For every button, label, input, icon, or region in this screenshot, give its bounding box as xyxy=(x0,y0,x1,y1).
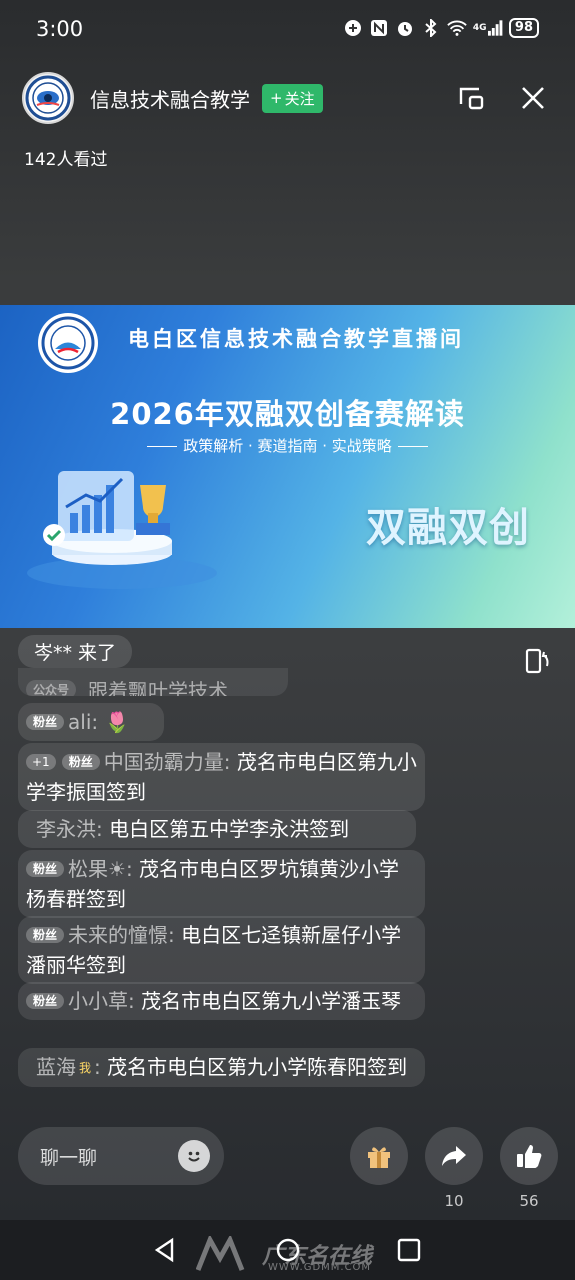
hotspot-icon xyxy=(343,18,363,38)
fan-badge: 粉丝 xyxy=(26,993,65,1009)
bluetooth-icon xyxy=(421,18,441,38)
like-count: 56 xyxy=(519,1192,539,1210)
recents-icon[interactable] xyxy=(396,1237,422,1263)
level-badge: +1 xyxy=(26,754,56,770)
share-button[interactable] xyxy=(425,1127,483,1185)
battery-indicator: 98 xyxy=(508,18,539,38)
banner-main-title: 2026年双融双创备赛解读 xyxy=(110,397,465,431)
viewer-count: 142人看过 xyxy=(24,150,108,170)
share-arrow-icon xyxy=(442,1146,466,1166)
chat-message-faded: 公众号 跟着飘叶学技术 xyxy=(18,668,288,696)
status-bar: 3:00 4G 98 xyxy=(0,0,575,60)
chat-nickname[interactable]: 李永洪: xyxy=(36,817,103,841)
nfc-icon xyxy=(369,18,389,38)
status-time: 3:00 xyxy=(36,17,84,41)
emoji-icon[interactable] xyxy=(178,1140,210,1172)
network-type: 4G xyxy=(472,23,487,33)
chat-message: 蓝海我: 茂名市电白区第九小学陈春阳签到 xyxy=(18,1048,425,1087)
chat-nickname[interactable]: 蓝海 xyxy=(36,1055,76,1079)
plus-icon: + xyxy=(270,89,283,107)
chat-message-text: 跟着飘叶学技术 xyxy=(88,679,229,696)
channel-avatar[interactable] xyxy=(22,72,74,124)
follow-label: 关注 xyxy=(284,89,315,108)
channel-logo-icon xyxy=(25,75,71,121)
chat-nickname[interactable]: 小小草: xyxy=(68,989,135,1013)
chat-input[interactable]: 聊一聊 xyxy=(18,1127,224,1185)
chat-message: 粉丝 小小草: 茂名市电白区第九小学潘玉琴 xyxy=(18,982,425,1020)
signal-icon: 4G xyxy=(473,18,503,38)
chat-nickname[interactable]: ali: xyxy=(68,710,98,734)
chat-message-text: 电白区第五中学李永洪签到 xyxy=(109,817,350,841)
mini-window-icon[interactable] xyxy=(455,82,487,114)
chat-message-text: 茂名市电白区第九小学陈春阳签到 xyxy=(107,1055,408,1079)
watermark: 广东名在线 WWW.GDMM.COM xyxy=(196,1236,372,1273)
podium-illustration-icon xyxy=(27,471,217,589)
thumbs-up-icon xyxy=(517,1145,542,1168)
fan-badge: 粉丝 xyxy=(61,754,100,770)
chat-message-text: 茂名市电白区第九小学潘玉琴 xyxy=(141,989,402,1013)
watermark-logo-icon xyxy=(196,1236,245,1271)
banner-title: 电白区信息技术融合教学直播间 xyxy=(128,326,464,351)
chat-message: 李永洪: 电白区第五中学李永洪签到 xyxy=(18,810,416,848)
banner-subtitle-text: 政策解析 · 赛道指南 · 实战策略 xyxy=(183,437,392,455)
chat-nickname[interactable]: 松果☀: xyxy=(68,857,133,881)
chat-message: 粉丝 未来的憧憬: 电白区七迳镇新屋仔小学潘丽华签到 xyxy=(18,916,425,984)
me-tag: 我 xyxy=(79,1061,92,1075)
fan-badge: 粉丝 xyxy=(26,861,65,877)
fan-badge: 粉丝 xyxy=(26,714,65,730)
follow-button[interactable]: + 关注 xyxy=(262,83,323,113)
chat-input-placeholder: 聊一聊 xyxy=(40,1146,98,1169)
banner-subtitle: 政策解析 · 赛道指南 · 实战策略 xyxy=(0,435,575,456)
chat-message: +1 粉丝 中国劲霸力量: 茂名市电白区第九小学李振国签到 xyxy=(18,743,425,811)
status-icons: 4G 98 xyxy=(343,18,539,38)
alarm-icon xyxy=(395,18,415,38)
chat-message-text: 🌷 xyxy=(104,710,130,734)
chat-nickname[interactable]: 中国劲霸力量: xyxy=(104,750,231,774)
fan-badge: 粉丝 xyxy=(26,927,65,943)
chat-nickname[interactable]: 未来的憧憬: xyxy=(68,923,175,947)
chat-message: 粉丝 松果☀: 茂名市电白区罗坑镇黄沙小学杨春群签到 xyxy=(18,850,425,918)
wifi-icon xyxy=(447,18,467,38)
live-header: 信息技术融合教学 + 关注 xyxy=(22,70,553,126)
nick-suffix: : xyxy=(94,1055,101,1079)
school-logo-icon xyxy=(38,313,98,373)
close-icon[interactable] xyxy=(517,82,549,114)
join-notice: 岑** 来了 xyxy=(18,635,133,668)
share-count: 10 xyxy=(444,1192,464,1210)
gift-icon xyxy=(368,1147,390,1168)
back-icon[interactable] xyxy=(152,1237,178,1263)
rotate-screen-icon[interactable] xyxy=(522,646,554,678)
banner-big-text: 双融双创 xyxy=(366,505,530,551)
watermark-url: WWW.GDMM.COM xyxy=(268,1262,372,1273)
chat-message: 粉丝 ali: 🌷 xyxy=(18,703,164,741)
account-badge: 公众号 xyxy=(26,680,77,696)
like-button[interactable] xyxy=(500,1127,558,1185)
channel-name[interactable]: 信息技术融合教学 xyxy=(90,84,250,113)
live-video-banner[interactable]: 电白区信息技术融合教学直播间 2026年双融双创备赛解读 政策解析 · 赛道指南… xyxy=(0,305,575,628)
gift-button[interactable] xyxy=(350,1127,408,1185)
